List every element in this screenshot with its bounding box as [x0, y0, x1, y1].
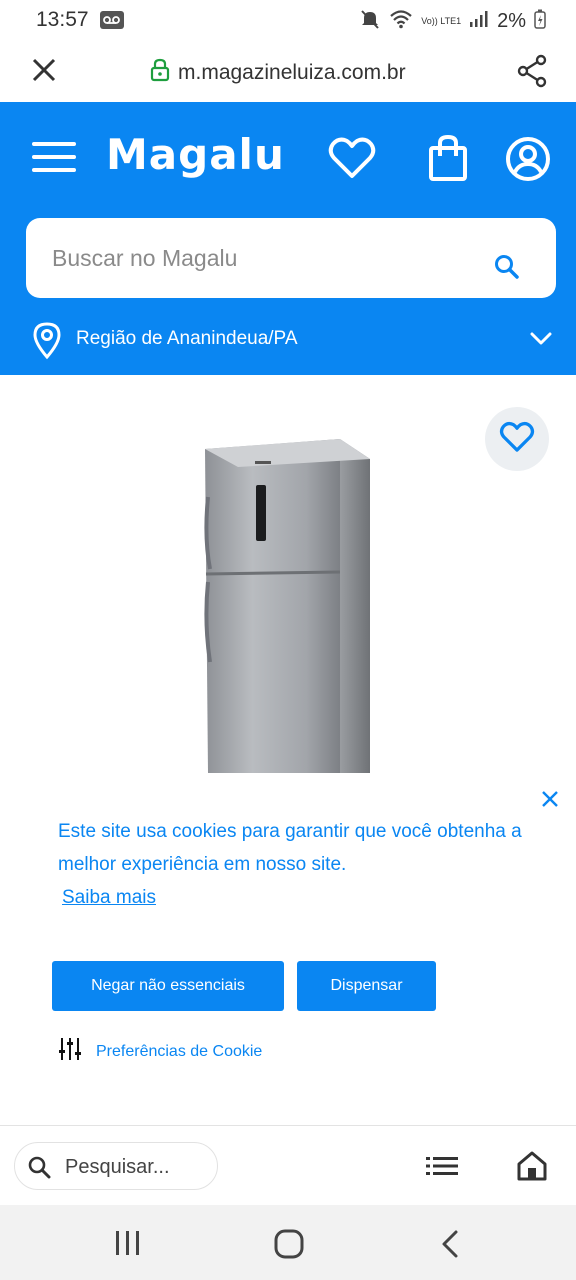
home-icon[interactable] [516, 1150, 548, 1187]
chevron-down-icon [530, 332, 552, 351]
cookie-preferences-link[interactable]: Preferências de Cookie [58, 1037, 262, 1066]
tabs-list-icon[interactable] [426, 1156, 458, 1181]
network-label: Vo)) LTE1 [421, 16, 462, 26]
mute-icon [359, 8, 381, 35]
favorites-heart-icon[interactable] [328, 136, 376, 185]
deny-non-essential-button[interactable]: Negar não essenciais [52, 961, 284, 1011]
search-input[interactable] [52, 242, 472, 274]
region-label: Região de Ananindeua/PA [76, 328, 298, 349]
search-icon[interactable] [494, 254, 520, 285]
region-selector[interactable]: Região de Ananindeua/PA [32, 320, 552, 360]
status-time: 13:57 [36, 8, 89, 31]
learn-more-link[interactable]: Saiba mais [62, 887, 156, 909]
url-text: m.magazineluiza.com.br [178, 61, 406, 84]
url-field[interactable]: m.magazineluiza.com.br [150, 58, 406, 88]
refrigerator-product-image[interactable] [200, 437, 375, 782]
lock-icon [150, 58, 170, 88]
cookie-banner: Este site usa cookies para garantir que … [0, 775, 576, 1125]
cookie-message: Este site usa cookies para garantir que … [58, 821, 522, 875]
signal-icon [469, 10, 489, 33]
shopping-bag-icon[interactable] [428, 134, 468, 187]
browser-bottom-toolbar: Pesquisar... [0, 1125, 576, 1205]
hamburger-menu-icon[interactable] [32, 140, 76, 179]
share-icon[interactable] [516, 54, 548, 93]
dismiss-button[interactable]: Dispensar [297, 961, 436, 1011]
browser-address-bar: m.magazineluiza.com.br [0, 40, 576, 102]
search-box [26, 218, 556, 298]
close-icon[interactable] [540, 789, 560, 814]
site-header: Magalu Região de Ananindeua/PA [0, 102, 576, 375]
recent-apps-icon[interactable] [114, 1229, 142, 1262]
battery-icon [534, 9, 546, 34]
product-favorite-button[interactable] [485, 407, 549, 471]
wifi-icon [389, 9, 413, 34]
location-pin-icon [32, 322, 62, 365]
home-button-icon[interactable] [274, 1229, 304, 1264]
toolbar-search-field[interactable]: Pesquisar... [14, 1142, 218, 1190]
search-icon [27, 1155, 51, 1184]
product-image-area [0, 375, 576, 775]
voicemail-icon [100, 11, 124, 34]
sliders-icon [58, 1037, 82, 1066]
toolbar-search-placeholder: Pesquisar... [65, 1156, 170, 1178]
status-bar: 13:57 Vo)) LTE1 2% [0, 0, 576, 40]
user-account-icon[interactable] [505, 136, 551, 187]
close-icon[interactable] [30, 56, 58, 89]
cookie-preferences-label: Preferências de Cookie [96, 1042, 263, 1060]
magalu-logo[interactable]: Magalu [106, 130, 285, 179]
heart-icon [499, 421, 535, 458]
back-icon[interactable] [440, 1229, 460, 1264]
system-navigation-bar [0, 1205, 576, 1280]
battery-level: 2% [497, 10, 526, 32]
